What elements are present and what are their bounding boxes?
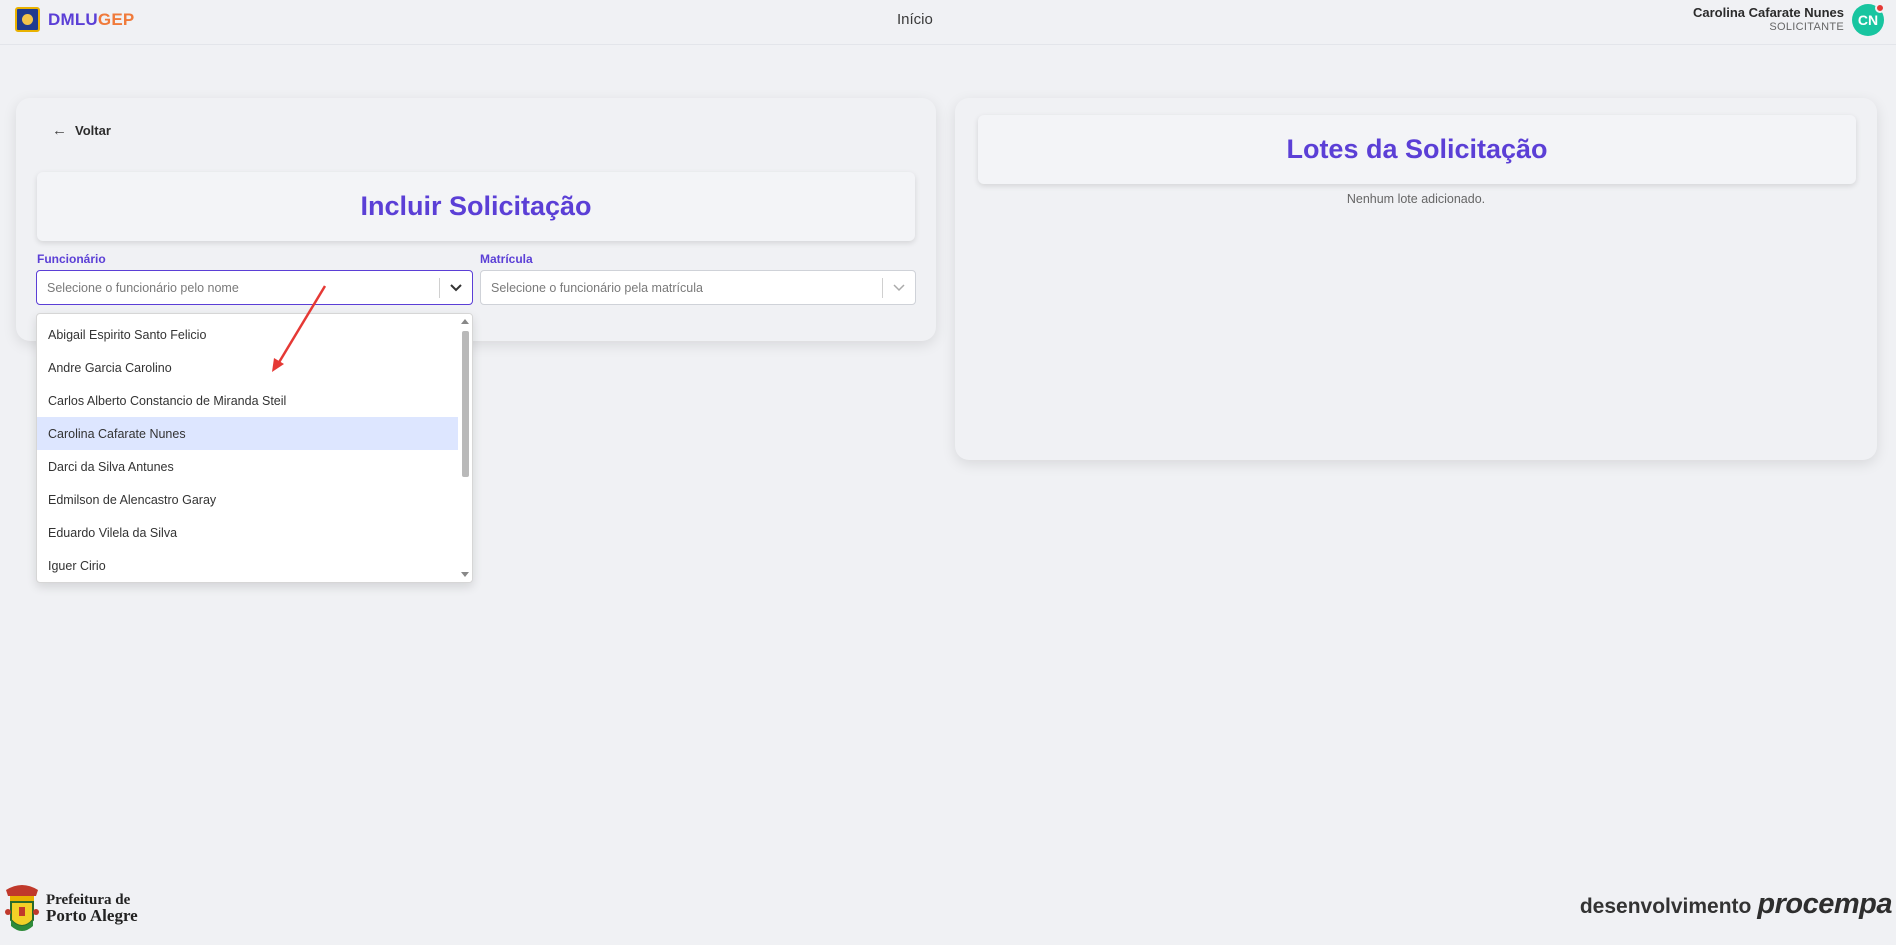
matricula-select[interactable]: Selecione o funcionário pela matrícula — [480, 270, 916, 305]
back-button[interactable]: ← Voltar — [52, 122, 111, 139]
chevron-down-icon[interactable] — [883, 283, 915, 292]
dropdown-option[interactable]: Darci da Silva Antunes — [37, 450, 458, 483]
prefeitura-line2: Porto Alegre — [46, 906, 138, 925]
lotes-empty-message: Nenhum lote adicionado. — [1346, 192, 1486, 206]
dropdown-scrollbar[interactable] — [458, 314, 472, 582]
brand-name-part1: DMLU — [48, 9, 98, 29]
brand[interactable]: DMLUGEP — [15, 7, 134, 32]
dropdown-option[interactable]: Carlos Alberto Constancio de Miranda Ste… — [37, 384, 458, 417]
page-title: Incluir Solicitação — [360, 191, 592, 221]
dropdown-option[interactable]: Andre Garcia Carolino — [37, 351, 458, 384]
avatar-initials: CN — [1857, 12, 1879, 28]
nav-home-link[interactable]: Início — [897, 11, 933, 28]
prefeitura-logo: Prefeitura de Porto Alegre — [2, 882, 138, 934]
back-label: Voltar — [75, 123, 111, 138]
lotes-card: Lotes da Solicitação Nenhum lote adicion… — [955, 98, 1877, 460]
funcionario-select[interactable]: Selecione o funcionário pelo nome — [36, 270, 473, 305]
dropdown-option[interactable]: Abigail Espirito Santo Felicio — [37, 318, 458, 351]
dropdown-option[interactable]: Eduardo Vilela da Silva — [37, 516, 458, 549]
brand-logo-icon — [15, 7, 40, 32]
dropdown-option[interactable]: Iguer Cirio — [37, 549, 458, 582]
matricula-label: Matrícula — [480, 252, 533, 266]
funcionario-dropdown-list[interactable]: Abigail Espirito Santo Felicio Andre Gar… — [36, 313, 473, 583]
brand-name-part2: GEP — [97, 9, 135, 29]
lotes-title-box: Lotes da Solicitação — [978, 115, 1856, 184]
chevron-down-icon[interactable] — [440, 283, 472, 292]
funcionario-label: Funcionário — [37, 252, 106, 266]
form-title-box: Incluir Solicitação — [37, 172, 915, 241]
funcionario-placeholder: Selecione o funcionário pelo nome — [47, 280, 239, 295]
lotes-title: Lotes da Solicitação — [1286, 134, 1548, 164]
matricula-placeholder: Selecione o funcionário pela matrícula — [491, 280, 703, 295]
prefeitura-text: Prefeitura de Porto Alegre — [46, 893, 138, 925]
scrollbar-thumb[interactable] — [462, 331, 469, 477]
user-role: SOLICITANTE — [1769, 21, 1844, 33]
user-name: Carolina Cafarate Nunes — [1693, 5, 1844, 20]
porto-alegre-crest-icon — [2, 882, 42, 934]
top-bar: DMLUGEP Início Carolina Cafarate Nunes S… — [0, 0, 1896, 45]
user-menu[interactable]: Carolina Cafarate Nunes SOLICITANTE CN — [1693, 3, 1885, 36]
scroll-down-icon[interactable] — [461, 572, 469, 577]
dev-label: desenvolvimento — [1579, 895, 1752, 918]
dropdown-option-highlighted[interactable]: Carolina Cafarate Nunes — [37, 417, 458, 450]
brand-name: DMLUGEP — [48, 10, 134, 30]
scroll-up-icon[interactable] — [461, 319, 469, 324]
user-info: Carolina Cafarate Nunes SOLICITANTE — [1693, 5, 1844, 35]
procempa-credit: desenvolvimento procempa — [1579, 888, 1893, 921]
avatar[interactable]: CN — [1852, 3, 1885, 36]
notification-dot-icon — [1875, 3, 1885, 13]
arrow-left-icon: ← — [52, 122, 67, 139]
procempa-logo: procempa — [1757, 888, 1892, 920]
dropdown-option[interactable]: Edmilson de Alencastro Garay — [37, 483, 458, 516]
